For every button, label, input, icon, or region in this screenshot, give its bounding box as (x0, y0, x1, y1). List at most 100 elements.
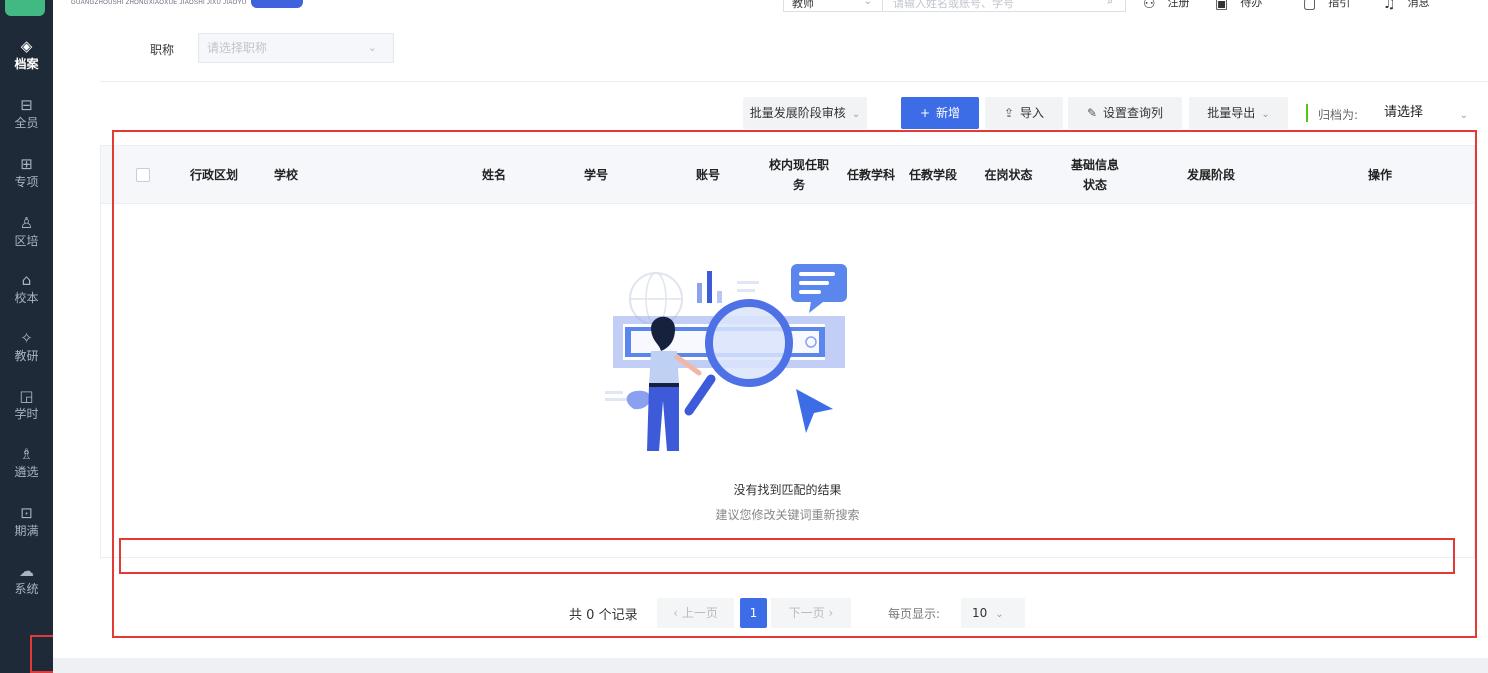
next-page-button[interactable]: 下一页 › (771, 598, 851, 628)
header-tool-label: 待办 (1240, 0, 1263, 9)
header-tool-label: 指引 (1328, 0, 1351, 9)
sidebar-item-label: 期满 (14, 524, 39, 538)
top-header: GUANGZHOUSHI ZHONGXIAOXUE JIAOSHI JIXU J… (53, 0, 1488, 26)
column-header[interactable]: 任教学科 (839, 146, 903, 204)
search-type-select[interactable]: 教师 ⌄ (783, 0, 883, 12)
column-header[interactable]: 学校 (274, 146, 454, 204)
sidebar-item-label: 学时 (14, 407, 39, 421)
archive-indicator (1306, 104, 1308, 122)
person-icon: ♙ (19, 214, 34, 232)
sidebar-item-district-training[interactable]: ♙ 区培 (0, 213, 53, 263)
pagination-total: 共 0 个记录 (569, 604, 638, 623)
header-tool-register[interactable]: ⚇ 注册 (1143, 0, 1190, 11)
logo (5, 0, 45, 16)
column-header[interactable]: 学号 (534, 146, 658, 204)
search-input[interactable]: 请输入姓名或账号、学号 ⌕ (882, 0, 1126, 12)
sidebar-item-label: 区培 (14, 234, 39, 248)
book-icon: ⊟ (20, 96, 33, 114)
import-button[interactable]: ⇪ 导入 (985, 97, 1063, 129)
sidebar-item-special[interactable]: ⊞ 专项 (0, 154, 53, 204)
column-header[interactable]: 基础信息状态 (1054, 146, 1136, 204)
sidebar-item-archive[interactable]: ◈ 档案 (0, 36, 53, 86)
total-suffix: 个记录 (598, 608, 638, 623)
sidebar-item-label: 教研 (14, 349, 39, 363)
column-header[interactable]: 账号 (658, 146, 758, 204)
table-header: 行政区划 学校 姓名 学号 账号 校内现任职务 任教学科 任教学段 在岗状态 基… (101, 146, 1474, 204)
chevron-down-icon: ⌄ (367, 41, 377, 54)
set-columns-label: 设置查询列 (1103, 106, 1164, 120)
empty-state-illustration (605, 264, 847, 451)
sidebar-item-term-expiry[interactable]: ⊡ 期满 (0, 503, 53, 553)
brand-subtitle: GUANGZHOUSHI ZHONGXIAOXUE JIAOSHI JIXU J… (71, 0, 247, 6)
page-size-value: 10 (972, 606, 988, 620)
sidebar-item-label: 校本 (14, 291, 39, 305)
header-tool-todo[interactable]: ▣ 待办 (1215, 0, 1263, 11)
prev-page-label: 上一页 (681, 606, 718, 620)
chevron-down-icon: ⌄ (995, 609, 1004, 620)
header-tool-label: 注册 (1167, 0, 1190, 9)
column-header[interactable]: 发展阶段 (1136, 146, 1286, 204)
archive-select[interactable]: 请选择 ⌄ (1374, 97, 1482, 129)
chevron-down-icon: ⌄ (1459, 110, 1468, 121)
cloud-icon: ☁ (19, 562, 34, 580)
column-header[interactable]: 行政区划 (190, 146, 265, 204)
sidebar-item-selection[interactable]: ♗ 遴选 (0, 444, 53, 494)
select-all-checkbox[interactable] (136, 168, 150, 182)
chevron-down-icon: ⌄ (1261, 109, 1270, 120)
header-tool-messages[interactable]: ♫ 消息 (1383, 0, 1430, 12)
empty-state-subtitle: 建议您修改关键词重新搜索 (715, 508, 860, 522)
sidebar-item-all-staff[interactable]: ⊟ 全员 (0, 95, 53, 145)
page-number-current[interactable]: 1 (740, 598, 767, 628)
knot-icon: ✧ (20, 329, 33, 347)
filter-title-label: 职称 (150, 43, 175, 57)
chevron-down-icon: ⌄ (863, 0, 872, 7)
batch-export-button[interactable]: 批量导出 ⌄ (1189, 97, 1288, 129)
divider (100, 81, 1488, 82)
empty-state-title: 没有找到匹配的结果 (733, 483, 842, 497)
chevron-left-icon: ‹ (673, 606, 678, 620)
next-page-label: 下一页 (788, 606, 825, 620)
sidebar-item-teaching-research[interactable]: ✧ 教研 (0, 328, 53, 378)
batch-review-button[interactable]: 批量发展阶段审核 ⌄ (743, 97, 867, 129)
sidebar-item-school-based[interactable]: ⌂ 校本 (0, 270, 53, 320)
sidebar-item-credit-hours[interactable]: ◲ 学时 (0, 386, 53, 436)
batch-review-label: 批量发展阶段审核 (749, 106, 846, 120)
total-count: 0 (586, 608, 595, 623)
archive-value: 请选择 (1384, 105, 1424, 120)
prev-page-button[interactable]: ‹ 上一页 (657, 598, 734, 628)
doc-search-icon: ⊡ (20, 504, 33, 522)
user-select-icon: ♗ (19, 445, 34, 463)
column-header[interactable]: 操作 (1286, 146, 1474, 204)
sidebar-item-label: 专项 (14, 175, 39, 189)
archive-label: 归档为: (1318, 108, 1359, 122)
plus-icon: + (919, 106, 931, 120)
column-header[interactable]: 姓名 (454, 146, 534, 204)
footer-strip (53, 658, 1488, 673)
brand-badge (251, 0, 303, 8)
total-prefix: 共 (569, 608, 583, 623)
add-button[interactable]: + 新增 (901, 97, 979, 129)
page-size-select[interactable]: 10 ⌄ (961, 598, 1025, 628)
column-header[interactable]: 校内现任职务 (759, 146, 839, 204)
sidebar: ◈ 档案 ⊟ 全员 ⊞ 专项 ♙ 区培 ⌂ 校本 ✧ 教研 ◲ 学时 ♗ 遴选 … (0, 0, 53, 673)
pencil-icon: ✎ (1086, 106, 1098, 120)
sidebar-item-system[interactable]: ☁ 系统 (0, 561, 53, 611)
filter-title-select[interactable]: 请选择职称 ⌄ (198, 33, 394, 63)
search-icon[interactable]: ⌕ (1107, 0, 1113, 7)
column-header[interactable]: 任教学段 (903, 146, 963, 204)
sidebar-item-label: 遴选 (14, 465, 39, 479)
page-size-label: 每页显示: (888, 607, 941, 621)
sidebar-item-label: 系统 (14, 582, 39, 596)
header-tool-guide[interactable]: ▢ 指引 (1303, 0, 1351, 11)
search-placeholder: 请输入姓名或账号、学号 (893, 0, 1014, 10)
header-tool-label: 消息 (1407, 0, 1430, 9)
batch-export-label: 批量导出 (1207, 106, 1256, 120)
import-label: 导入 (1020, 106, 1045, 120)
add-label: 新增 (936, 106, 961, 120)
bell-icon: ♫ (1383, 0, 1396, 12)
sidebar-item-label: 档案 (14, 57, 39, 71)
set-columns-button[interactable]: ✎ 设置查询列 (1068, 97, 1182, 129)
data-table: 行政区划 学校 姓名 学号 账号 校内现任职务 任教学科 任教学段 在岗状态 基… (100, 145, 1475, 558)
sidebar-item-label: 全员 (14, 116, 39, 130)
column-header[interactable]: 在岗状态 (963, 146, 1054, 204)
